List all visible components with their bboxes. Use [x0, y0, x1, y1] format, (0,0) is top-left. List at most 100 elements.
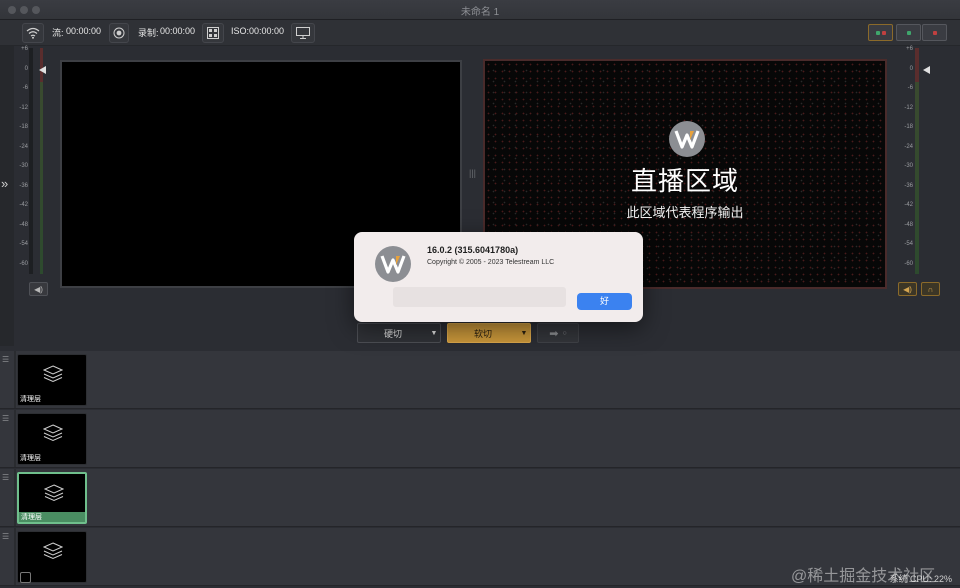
wirecast-logo-icon [375, 246, 411, 282]
display-button[interactable] [291, 23, 315, 43]
drag-handle-icon[interactable]: ☰ [2, 355, 9, 364]
iso-button[interactable] [202, 23, 224, 43]
layer-row: ☰ 清理层 [0, 469, 960, 527]
wifi-icon [26, 27, 40, 39]
shot-thumbnail[interactable]: 清理层 [17, 413, 87, 465]
preview-audio-button[interactable]: ◀) [29, 282, 48, 296]
shot-label: 清理层 [20, 455, 41, 462]
layers-stack-icon [42, 365, 64, 388]
meter-tick-label: -18 [904, 124, 913, 130]
shot-label: 清理层 [20, 396, 41, 403]
meter-tick-label: +6 [906, 46, 913, 52]
toolbar: 流: 00:00:00 录制: 00:00:00 ISO: 00:00:00 [0, 20, 960, 46]
stream-button[interactable] [22, 23, 44, 43]
ok-button[interactable]: 好 [577, 293, 632, 310]
drag-handle-icon[interactable]: ☰ [2, 473, 9, 482]
layers-stack-icon [42, 542, 64, 565]
cpu-status-value: 22% [933, 574, 952, 584]
meter-tick-label: -18 [19, 124, 28, 130]
version-text: 16.0.2 (315.6041780a) [427, 245, 519, 255]
smooth-transition-button[interactable]: 软切 ▼ [447, 323, 531, 343]
layer-row: ☰ 清理层 [0, 351, 960, 409]
meter-tick-label: -54 [19, 241, 28, 247]
right-audio-meter: +6 0 -6 -12 -18 -24 -30 -36 -42 -48 -54 -60 [897, 46, 919, 282]
right-volume-slider-handle[interactable] [923, 66, 930, 74]
expand-sidebar-icon[interactable]: » [1, 176, 8, 191]
arrow-right-icon: ➡ [549, 327, 559, 340]
row-lane [14, 410, 16, 467]
left-audio-meter: +6 0 -6 -12 -18 -24 -30 -36 -42 -48 -54 -60 [14, 46, 43, 282]
small-circle-icon: ○ [562, 329, 567, 337]
left-meter-bar [29, 48, 33, 274]
cut-transition-button[interactable]: 硬切 ▼ [357, 323, 441, 343]
preview-dot-icon [906, 30, 911, 35]
title-bar: 未命名 1 [0, 0, 960, 20]
meter-tick-label: -30 [904, 163, 913, 169]
meter-tick-label: -12 [19, 104, 28, 111]
meter-tick-label: +6 [21, 46, 28, 52]
preview-dot-icon [875, 30, 880, 35]
meter-tick-label: 0 [909, 65, 913, 72]
meter-tick-label: -6 [907, 85, 913, 91]
meter-tick-label: -6 [22, 85, 28, 91]
left-side-strip [0, 46, 14, 346]
shot-label: 清理层 [19, 512, 85, 522]
meter-tick-label: -24 [19, 143, 28, 150]
speaker-icon: ◀) [34, 284, 43, 294]
iso-grid-icon [207, 27, 219, 39]
drag-handle-icon[interactable]: ☰ [2, 414, 9, 423]
monitor-splitter-handle[interactable]: ||| [469, 168, 476, 178]
bottom-panel-icon[interactable] [20, 572, 31, 583]
window-title: 未命名 1 [460, 7, 500, 18]
meter-tick-label: -60 [19, 260, 28, 267]
about-dialog: 16.0.2 (315.6041780a) Copyright © 2005 -… [354, 232, 643, 322]
layer-row: ☰ 清理层 [0, 410, 960, 468]
live-audio-button[interactable]: ◀) [898, 282, 917, 296]
headphones-icon: ∩ [927, 284, 934, 294]
live-area-title: 直播区域 [630, 166, 739, 196]
layers-stack-icon [43, 484, 65, 507]
go-transition-button[interactable]: ➡ ○ [537, 323, 579, 343]
meter-tick-label: -48 [19, 221, 28, 228]
meter-tick-label: -36 [19, 182, 28, 189]
headphones-button[interactable]: ∩ [921, 282, 940, 296]
meter-tick-label: -36 [904, 182, 913, 189]
meter-tick-label: 0 [24, 65, 28, 72]
live-dot-icon [881, 30, 886, 35]
meter-tick-label: -30 [19, 163, 28, 169]
layers-panel: ☰ 清理层 ☰ 清理层 ☰ 清理层 ☰ [0, 351, 960, 588]
speaker-icon: ◀) [903, 284, 912, 294]
drag-handle-icon[interactable]: ☰ [2, 532, 9, 541]
left-volume-slider-handle[interactable] [39, 66, 46, 74]
layout-dual-button[interactable] [868, 24, 893, 41]
wirecast-logo-icon [669, 121, 705, 157]
record-icon [113, 27, 125, 39]
shot-thumbnail[interactable]: 清理层 [17, 354, 87, 406]
record-button[interactable] [109, 23, 129, 43]
chevron-down-icon[interactable]: ▼ [428, 330, 440, 337]
chevron-down-icon[interactable]: ▼ [518, 330, 530, 337]
layout-preview-button[interactable] [896, 24, 921, 41]
shot-thumbnail[interactable]: 清理层 [17, 472, 87, 524]
copyright-text: Copyright © 2005 - 2023 Telestream LLC [427, 259, 555, 266]
record-time: 00:00:00 [160, 26, 196, 36]
meter-tick-label: -42 [19, 202, 28, 208]
row-lane [14, 351, 16, 408]
meter-tick-label: -48 [904, 221, 913, 228]
meter-tick-label: -60 [904, 260, 913, 267]
row-lane [14, 469, 16, 526]
record-label: 录制: [138, 28, 159, 38]
meter-tick-label: -24 [904, 143, 913, 150]
iso-label: ISO: [231, 26, 250, 36]
meter-tick-label: -42 [904, 202, 913, 208]
layout-live-button[interactable] [922, 24, 947, 41]
right-meter-level [915, 48, 919, 274]
stream-label: 流: [52, 28, 64, 38]
monitor-icon [296, 27, 310, 39]
live-dot-icon [932, 30, 937, 35]
meter-tick-label: -54 [904, 241, 913, 247]
iso-time: 00:00:00 [249, 26, 285, 36]
watermark: @稀土掘金技术社区 [791, 568, 936, 585]
smooth-transition-label: 软切 [473, 328, 492, 339]
row-lane [14, 528, 16, 585]
